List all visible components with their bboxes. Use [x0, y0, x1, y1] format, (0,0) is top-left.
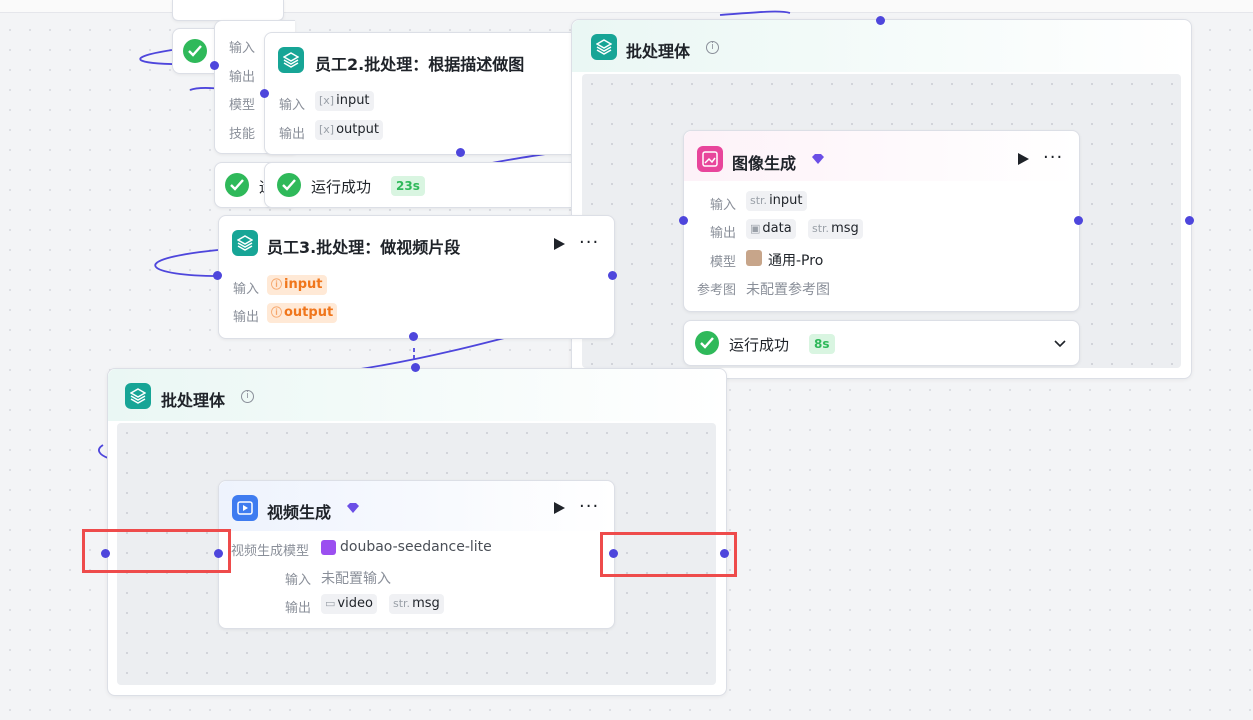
layers-icon [278, 47, 304, 73]
model-value: 通用-Pro [768, 253, 824, 269]
info-icon[interactable]: i [241, 390, 254, 403]
variable-icon: [x] [319, 123, 335, 136]
highlight-box-input-connection [82, 529, 231, 573]
duration-badge: 23s [391, 176, 425, 196]
folder-icon: ▭ [325, 597, 336, 610]
model-avatar [746, 250, 762, 266]
video-icon [232, 495, 258, 521]
partial-card-top [172, 0, 284, 21]
model-label: 模型 [710, 255, 737, 270]
output-label: 输出 [710, 226, 737, 241]
port-dot[interactable] [876, 16, 885, 25]
port-dot[interactable] [1185, 216, 1194, 225]
image-gen-node[interactable]: 图像生成 ··· 输入 str. input 输出 ▣ data str. msg 模… [683, 130, 1080, 312]
port-dot[interactable] [456, 148, 465, 157]
output-msg-chip: str. msg [808, 219, 863, 239]
output-label: 输出 [285, 601, 312, 616]
image-icon [697, 146, 723, 172]
port-dot[interactable] [213, 271, 222, 280]
image-type-icon: ▣ [750, 222, 761, 235]
warning-icon: ⓘ [271, 278, 282, 291]
input-variable-chip: str. input [746, 191, 807, 211]
duration-badge: 8s [809, 334, 835, 354]
port-dot[interactable] [210, 61, 219, 70]
input-warning-chip: ⓘ input [267, 275, 327, 295]
output-video-chip: ▭ video [321, 594, 377, 614]
more-options-icon[interactable]: ··· [1043, 149, 1063, 167]
status-text: 运行成功 [729, 336, 790, 354]
reference-label: 参考图 [697, 283, 737, 298]
premium-gem-icon [347, 503, 359, 513]
seedance-model-icon [321, 540, 336, 555]
node-title: 员工3.批处理：做视频片段 [267, 238, 461, 257]
more-options-icon[interactable]: ··· [579, 234, 599, 252]
input-value: 未配置输入 [321, 571, 391, 587]
success-check-icon [277, 173, 301, 197]
employee2-status-bar[interactable]: 运行成功 23s [264, 162, 596, 208]
employee3-node[interactable]: 员工3.批处理：做视频片段 ··· 输入 ⓘ input 输出 ⓘ output [218, 215, 615, 339]
port-dot[interactable] [608, 271, 617, 280]
layers-icon [591, 34, 617, 60]
play-icon[interactable] [554, 238, 565, 250]
variable-icon: [x] [319, 94, 335, 107]
input-label: 输入 [233, 282, 260, 297]
info-icon[interactable]: i [706, 41, 719, 54]
image-gen-status-bar[interactable]: 运行成功 8s [683, 320, 1080, 366]
video-gen-node[interactable]: 视频生成 ··· 视频生成模型 doubao-seedance-lite 输入 … [218, 480, 615, 629]
play-icon[interactable] [1018, 153, 1029, 165]
input-label: 输入 [229, 41, 256, 56]
highlight-box-output-connection [600, 532, 737, 577]
layers-icon [125, 383, 151, 409]
input-label: 输入 [710, 198, 737, 213]
port-dot[interactable] [409, 332, 418, 341]
layers-icon [232, 230, 258, 256]
port-dot[interactable] [260, 89, 269, 98]
output-data-chip: ▣ data [746, 219, 796, 239]
output-label: 输出 [229, 70, 256, 85]
reference-value: 未配置参考图 [746, 282, 830, 298]
output-label: 输出 [279, 127, 306, 142]
chevron-down-icon[interactable] [1054, 340, 1066, 348]
success-check-icon [225, 173, 249, 197]
more-options-icon[interactable]: ··· [579, 498, 599, 516]
success-check-icon [695, 331, 719, 355]
node-title: 员工2.批处理：根据描述做图 [315, 55, 525, 74]
warning-icon: ⓘ [271, 306, 282, 319]
skill-label: 技能 [229, 127, 256, 142]
premium-gem-icon [812, 154, 824, 164]
port-dot[interactable] [679, 216, 688, 225]
port-dot[interactable] [411, 363, 420, 372]
model-label: 模型 [229, 98, 256, 113]
model-value: doubao-seedance-lite [340, 539, 492, 555]
node-title: 视频生成 [267, 503, 332, 522]
output-msg-chip: str. msg [389, 594, 444, 614]
batch-title: 批处理体 [161, 391, 226, 410]
play-icon[interactable] [554, 502, 565, 514]
batch-title: 批处理体 [626, 42, 691, 61]
output-label: 输出 [233, 310, 260, 325]
output-variable-chip: [x] output [315, 120, 383, 140]
status-text: 运行成功 [311, 178, 372, 196]
output-warning-chip: ⓘ output [267, 303, 338, 323]
input-label: 输入 [285, 573, 312, 588]
input-label: 输入 [279, 98, 306, 113]
node-title: 图像生成 [732, 154, 797, 173]
input-variable-chip: [x] input [315, 91, 374, 111]
success-check-icon [183, 39, 207, 63]
port-dot[interactable] [1074, 216, 1083, 225]
model-label: 视频生成模型 [231, 544, 310, 559]
employee2-node[interactable]: 员工2.批处理：根据描述做图 输入 [x] input 输出 [x] output [264, 32, 596, 155]
